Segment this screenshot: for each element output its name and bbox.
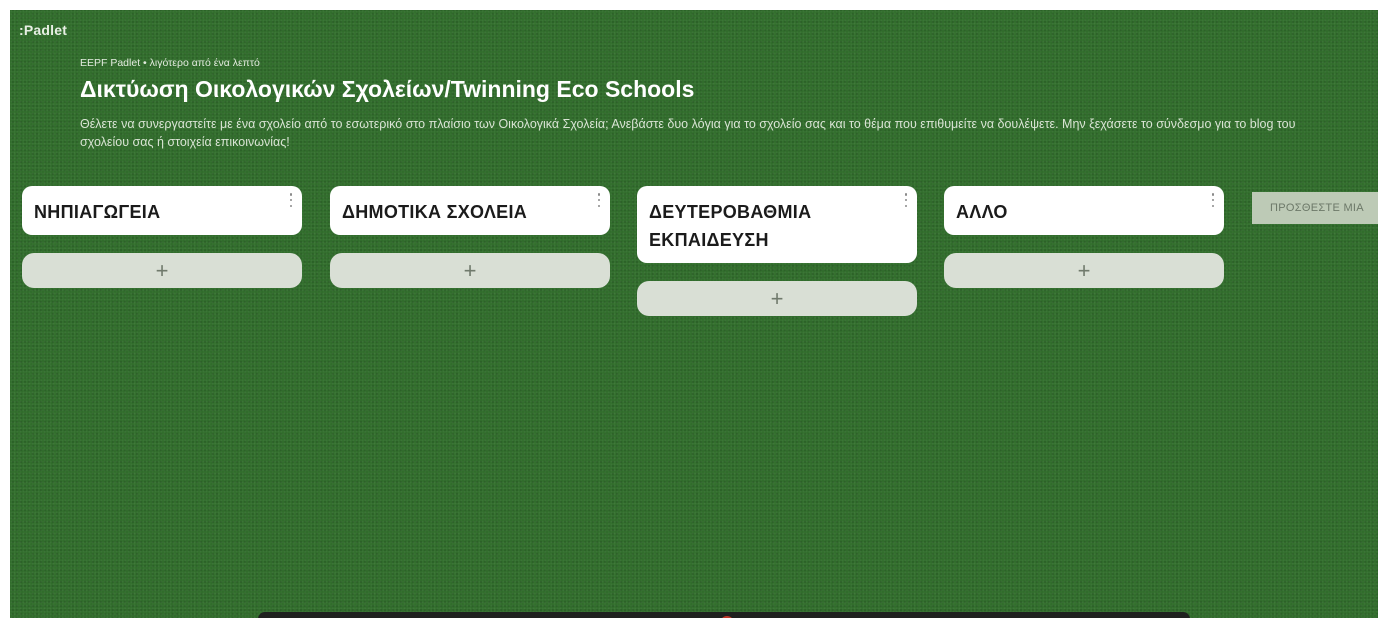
add-post-button[interactable]: + (22, 253, 302, 288)
board-description: Θέλετε να συνεργαστείτε με ένα σχολείο α… (80, 117, 1296, 149)
add-post-button[interactable]: + (330, 253, 610, 288)
board-meta: EEPF Padlet • λιγότερο από ένα λεπτό (80, 57, 260, 69)
add-post-button[interactable]: + (637, 281, 917, 316)
section-header[interactable]: ΝΗΠΙΑΓΩΓΕΙΑ (22, 186, 302, 235)
section-column: ΔΗΜΟΤΙΚΑ ΣΧΟΛΕΙΑ + (330, 186, 610, 288)
section-title: ΔΕΥΤΕΡΟΒΑΘΜΙΑ ΕΚΠΑΙΔΕΥΣΗ (649, 202, 812, 250)
section-column: ΔΕΥΤΕΡΟΒΑΘΜΙΑ ΕΚΠΑΙΔΕΥΣΗ + (637, 186, 917, 316)
padlet-board: :Padlet EEPF Padlet • λιγότερο από ένα λ… (10, 10, 1378, 618)
add-section-button[interactable]: ΠΡΟΣΘΕΣΤΕ ΜΙΑ (1252, 192, 1378, 224)
section-title: ΔΗΜΟΤΙΚΑ ΣΧΟΛΕΙΑ (342, 202, 528, 222)
section-column: ΑΛΛΟ + (944, 186, 1224, 288)
add-post-button[interactable]: + (944, 253, 1224, 288)
kebab-menu-icon[interactable] (903, 193, 909, 207)
board-title: Δικτύωση Οικολογικών Σχολείων/Twinning E… (80, 76, 695, 102)
kebab-menu-icon[interactable] (1210, 193, 1216, 207)
bottom-toolbar (258, 612, 1190, 618)
kebab-menu-icon[interactable] (288, 193, 294, 207)
section-title: ΑΛΛΟ (956, 202, 1008, 222)
section-header[interactable]: ΔΗΜΟΤΙΚΑ ΣΧΟΛΕΙΑ (330, 186, 610, 235)
padlet-logo[interactable]: :Padlet (19, 22, 67, 38)
kebab-menu-icon[interactable] (596, 193, 602, 207)
section-header[interactable]: ΑΛΛΟ (944, 186, 1224, 235)
section-title: ΝΗΠΙΑΓΩΓΕΙΑ (34, 202, 161, 222)
section-column: ΝΗΠΙΑΓΩΓΕΙΑ + (22, 186, 302, 288)
section-header[interactable]: ΔΕΥΤΕΡΟΒΑΘΜΙΑ ΕΚΠΑΙΔΕΥΣΗ (637, 186, 917, 263)
